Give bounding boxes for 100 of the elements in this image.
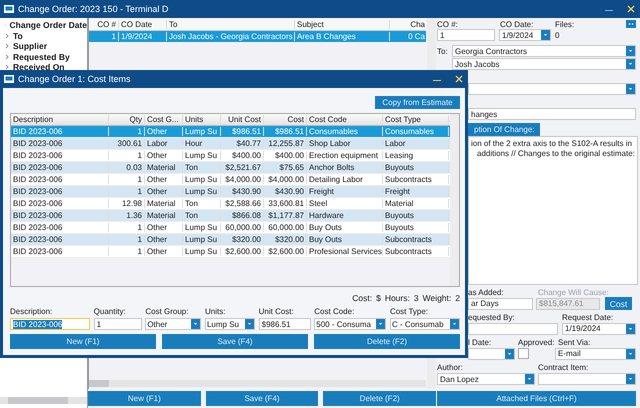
table-cell: $986.51 xyxy=(221,127,264,136)
table-row[interactable]: BID 2023-006 1 Other Lump Su 60,000.00 60,000.00 Buy Outs Buyouts xyxy=(11,222,450,234)
action-button[interactable]: Delete (F2) xyxy=(314,334,460,349)
caret-icon xyxy=(246,322,252,326)
tree-item[interactable]: Requested By xyxy=(13,52,70,62)
description-text-area[interactable]: ion of the 2 extra axis to the S102-A results in additions // Changes to the original estimate: xyxy=(468,136,638,285)
approved-checkbox[interactable] xyxy=(518,348,529,359)
dropdown-field[interactable]: Josh Jacobs xyxy=(452,58,636,70)
column-header[interactable]: Qty xyxy=(109,115,145,124)
copy-from-estimate-button[interactable]: Copy from Estimate xyxy=(375,96,460,109)
table-cell: Lump Su xyxy=(183,151,221,160)
action-button[interactable]: Save (F4) xyxy=(206,391,318,406)
date-field[interactable] xyxy=(468,348,515,360)
column-header[interactable]: Cost xyxy=(264,115,307,124)
action-button[interactable]: New (F1) xyxy=(10,334,156,349)
dropdown-button[interactable] xyxy=(191,319,200,329)
field-label: Author: xyxy=(437,363,464,372)
close-icon[interactable] xyxy=(454,74,464,84)
column-header[interactable]: Unit Cost xyxy=(221,115,264,124)
table-cell: Erection equipment xyxy=(307,151,383,160)
dropdown-button[interactable] xyxy=(505,348,514,358)
table-row[interactable]: BID 2023-006 300.61 Labor Hour $40.77 12,255.87 Shop Labor Labor xyxy=(11,138,450,150)
dropdown-button[interactable] xyxy=(541,30,550,40)
scrollbar-thumb[interactable] xyxy=(89,380,109,387)
input-field[interactable] xyxy=(468,322,558,334)
table-cell: $400.00 xyxy=(221,151,264,160)
dropdown-button[interactable] xyxy=(626,59,635,69)
field-label: Request Date: xyxy=(562,313,614,322)
scrollbar[interactable] xyxy=(89,380,426,387)
column-header[interactable]: CO Date xyxy=(119,20,167,28)
table-row[interactable]: BID 2023-006 1 Other Lump Su $430.90 $430.90 Freight Freight xyxy=(11,186,450,198)
table-row[interactable]: BID 2023-006 1 Other Lump Su $400.00 $400.00 Erection equipment Leasing xyxy=(11,150,450,162)
table-row[interactable]: BID 2023-006 1.36 Material Ton $866.08 $1,177.87 Hardware Buyouts xyxy=(11,210,450,222)
input-field[interactable]: $986.51 xyxy=(258,318,311,330)
scrollbar-thumb[interactable] xyxy=(8,397,68,404)
column-header[interactable]: Units xyxy=(183,115,221,124)
table-cell: BID 2023-006 xyxy=(11,235,109,244)
table-cell: Freight xyxy=(383,187,449,196)
dropdown-field[interactable]: Dan Lopez xyxy=(437,373,535,385)
tree-item[interactable]: Supplier xyxy=(13,41,48,52)
input-field[interactable]: ar Days xyxy=(468,298,533,310)
action-button[interactable]: Save (F4) xyxy=(162,334,308,349)
table-row[interactable]: BID 2023-006 1 Other Lump Su $320.00 $320.00 Buy Outs Subcontracts xyxy=(11,234,450,246)
dropdown-button[interactable] xyxy=(626,348,635,358)
subject-field[interactable]: hanges xyxy=(468,108,636,120)
dropdown-button[interactable] xyxy=(626,374,635,384)
caret-icon xyxy=(378,322,384,326)
dropdown-field[interactable]: Other xyxy=(145,318,202,330)
table-cell: $40.77 xyxy=(221,139,264,148)
table-cell: BID 2023-006 xyxy=(11,223,109,232)
dropdown-button[interactable] xyxy=(626,46,635,56)
dropdown-field[interactable]: E-mail xyxy=(555,348,636,360)
dropdown-field[interactable]: Lump Su xyxy=(204,318,255,330)
column-header[interactable]: Subject xyxy=(295,20,390,28)
close-icon[interactable] xyxy=(626,4,636,14)
date-field[interactable]: 1/19/2024 xyxy=(562,322,636,334)
cost-button[interactable]: Cost xyxy=(605,297,632,310)
description-tab[interactable]: ption Of Change: xyxy=(468,123,540,136)
scrollbar[interactable] xyxy=(450,114,459,286)
table-cell: Lump Su xyxy=(183,127,221,136)
action-button[interactable]: New (F1) xyxy=(88,391,201,406)
table-row[interactable]: BID 2023-006 1 Other Lump Su $4,000.00 $4,000.00 Detailing Labor Subcontracts xyxy=(11,174,450,186)
column-header[interactable]: Cost Type xyxy=(383,115,449,124)
table-cell: 60,000.00 xyxy=(221,223,264,232)
column-header[interactable]: Cost Code xyxy=(307,115,383,124)
dropdown-button[interactable] xyxy=(626,84,635,94)
dropdown-button[interactable] xyxy=(376,319,386,329)
scrollbar[interactable] xyxy=(0,397,87,404)
dropdown-field[interactable] xyxy=(468,83,636,95)
tree-item[interactable]: Received On xyxy=(13,62,64,72)
input-field[interactable]: 1 xyxy=(437,29,495,41)
dropdown-field[interactable]: 500 - Consuma xyxy=(314,318,386,330)
dropdown-field[interactable]: C - Consumab xyxy=(390,318,460,330)
attached-files-button[interactable]: Attached Files (Ctrl+F) xyxy=(437,391,636,406)
table-row[interactable]: BID 2023-006 1 Other Lump Su $2,600.00 $2,600.00 Profesional Services Subcontracts xyxy=(11,246,450,258)
dropdown-field[interactable]: Georgia Contractors xyxy=(452,45,636,57)
table-cell: BID 2023-006 xyxy=(11,139,109,148)
dropdown-button[interactable] xyxy=(626,324,635,334)
dropdown-button[interactable] xyxy=(450,319,459,329)
field-label: Cost Group: xyxy=(145,307,190,316)
table-cell: $2,521.67 xyxy=(221,163,264,172)
more-icon[interactable] xyxy=(626,20,636,28)
action-button[interactable]: Delete (F2) xyxy=(323,391,436,406)
table-cell: 33,600.81 xyxy=(264,199,307,208)
table-row[interactable]: BID 2023-006 12.98 Material Ton $2,588.66 33,600.81 Steel Material xyxy=(11,198,450,210)
table-cell: 1/9/2024 xyxy=(119,32,167,41)
tree-item[interactable]: Change Order Date xyxy=(10,20,87,30)
input-field[interactable]: 1 xyxy=(94,318,142,330)
table-row[interactable]: BID 2023-006 0.03 Material Ton $2,521.67 $75.65 Anchor Bolts Buyouts xyxy=(11,162,450,174)
input-field[interactable]: BID 2023-006 xyxy=(10,318,90,330)
column-header[interactable]: To xyxy=(167,20,295,28)
column-header[interactable]: Cost G... xyxy=(145,115,183,124)
dropdown-button[interactable] xyxy=(244,319,254,329)
dropdown-field[interactable] xyxy=(538,373,636,385)
date-field[interactable]: 1/9/2024 xyxy=(499,29,551,41)
table-cell: $2,588.66 xyxy=(221,199,264,208)
tree-item[interactable]: To xyxy=(13,30,23,41)
dropdown-button[interactable] xyxy=(525,374,534,384)
column-header[interactable]: Description xyxy=(11,115,109,124)
column-header[interactable]: CO # xyxy=(89,20,119,28)
